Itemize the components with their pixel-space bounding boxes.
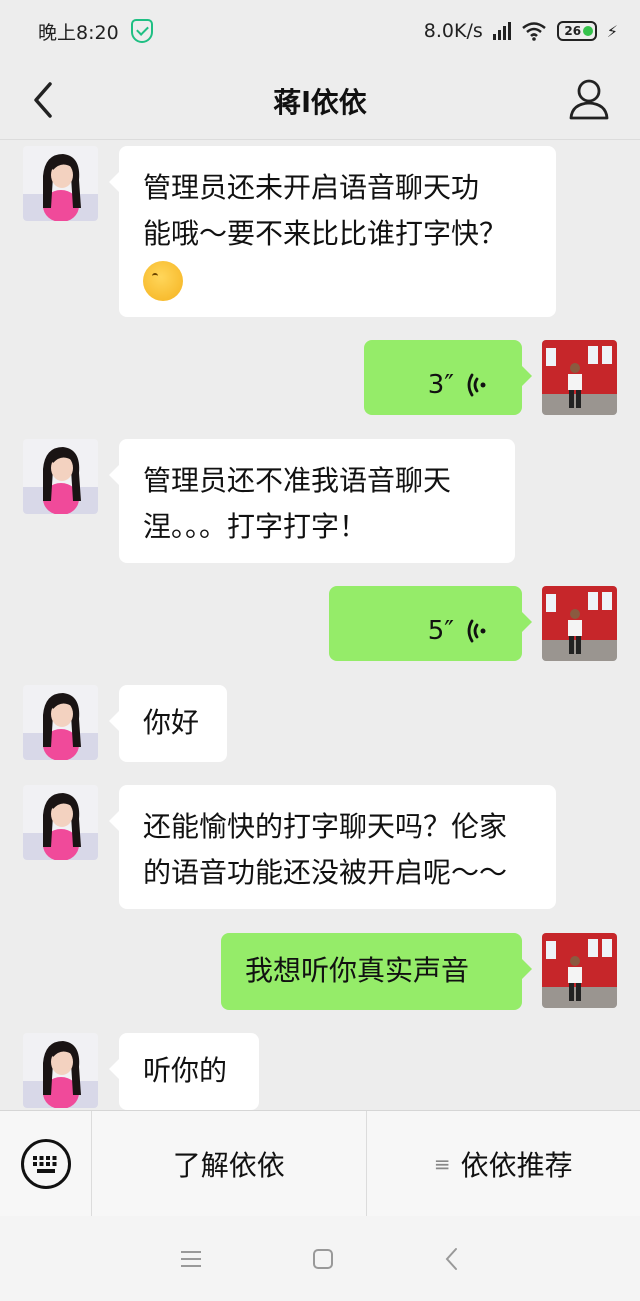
message-bubble-incoming[interactable]: 听你的 (109, 1033, 259, 1110)
voice-wave-icon (467, 619, 486, 643)
message-bubble-incoming[interactable]: 你好 (109, 685, 227, 762)
menu-list-icon: ≡ (433, 1151, 451, 1176)
menu-icon[interactable] (180, 1249, 202, 1269)
chat-title: 蒋l依依 (273, 85, 367, 119)
home-icon[interactable] (312, 1248, 334, 1270)
contact-avatar[interactable] (23, 146, 98, 221)
network-speed: 8.0K/s (423, 20, 483, 42)
message-text: 你好 (143, 706, 200, 739)
message-text: 能哦～要不来比比谁打字快？ (143, 217, 508, 250)
message-text: 听你的 (143, 1054, 228, 1087)
voice-duration: 5″ (427, 616, 454, 646)
charging-icon: ⚡ (606, 21, 618, 41)
message-bubble-incoming[interactable]: 还能愉快的打字聊天吗？伦家 的语音功能还没被开启呢～～ (109, 785, 556, 909)
shy-emoji-icon (143, 261, 183, 301)
message-text: 我想听你真实声音 (245, 954, 470, 987)
wifi-icon (521, 22, 546, 41)
voice-duration: 3″ (427, 370, 454, 400)
contact-avatar[interactable] (23, 1033, 98, 1108)
message-text: 管理员还不准我语音聊天 (143, 464, 452, 497)
signal-icon (492, 22, 511, 40)
message-text: 还能愉快的打字聊天吗？伦家 (143, 810, 508, 843)
contact-avatar[interactable] (23, 685, 98, 760)
battery-icon: 26 (556, 21, 597, 41)
voice-wave-icon (467, 373, 486, 397)
message-text: 涅。。。打字打字！ (143, 510, 368, 543)
status-bar: 晚上8:20 8.0K/s 26 ⚡ (0, 0, 640, 62)
contact-avatar[interactable] (23, 439, 98, 514)
status-time: 晚上8:20 (38, 21, 119, 44)
bottom-menu-bar: 了解依依 ≡ 依依推荐 (0, 1110, 640, 1217)
message-text: 的语音功能还没被开启呢～～ (143, 856, 508, 889)
security-shield-icon (130, 19, 153, 43)
chat-area[interactable]: 管理员还未开启语音聊天功 能哦～要不来比比谁打字快？ 3″ 管理员还不准我语音聊… (0, 140, 640, 1110)
back-icon[interactable] (444, 1247, 460, 1271)
battery-level: 26 (564, 24, 582, 38)
keyboard-icon (20, 1138, 71, 1189)
message-bubble-incoming[interactable]: 管理员还不准我语音聊天 涅。。。打字打字！ (109, 439, 515, 563)
message-bubble-outgoing[interactable]: 我想听你真实声音 (221, 933, 532, 1010)
menu-recommend-label: 依依推荐 (460, 1148, 573, 1182)
profile-icon[interactable] (568, 77, 610, 121)
menu-recommend[interactable]: ≡ 依依推荐 (365, 1110, 640, 1217)
my-avatar[interactable] (542, 586, 617, 661)
my-avatar[interactable] (542, 340, 617, 415)
keyboard-toggle-button[interactable] (0, 1110, 92, 1217)
message-bubble-incoming[interactable]: 管理员还未开启语音聊天功 能哦～要不来比比谁打字快？ (109, 146, 556, 317)
my-avatar[interactable] (542, 933, 617, 1008)
voice-message-bubble[interactable]: 5″ (329, 586, 532, 661)
menu-about[interactable]: 了解依依 (92, 1111, 366, 1217)
menu-about-label: 了解依依 (172, 1148, 285, 1182)
message-text: 管理员还未开启语音聊天功 (143, 171, 480, 204)
chat-header: 蒋l依依 (0, 62, 640, 140)
contact-avatar[interactable] (23, 785, 98, 860)
voice-message-bubble[interactable]: 3″ (364, 340, 532, 415)
system-nav-bar (0, 1216, 640, 1301)
back-arrow-icon[interactable] (28, 80, 62, 120)
